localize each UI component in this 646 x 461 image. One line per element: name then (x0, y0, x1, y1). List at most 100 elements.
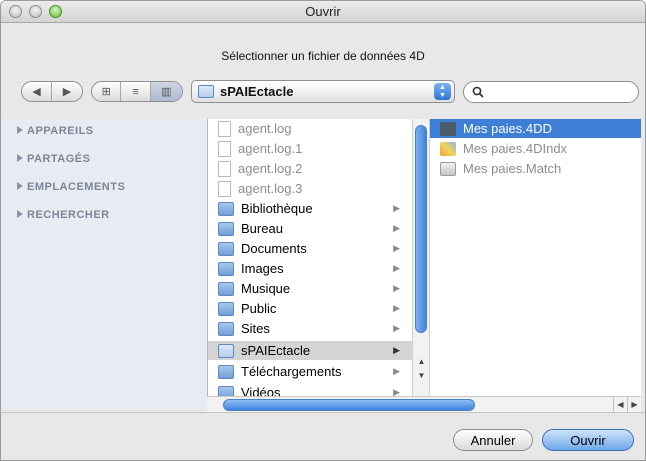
sidebar-item-emplacements[interactable]: EMPLACEMENTS (17, 181, 125, 193)
list-item-label: Bureau (241, 221, 283, 236)
folder-icon (218, 221, 234, 236)
icon-view-icon: ⊞ (101, 86, 111, 98)
scroll-left-button[interactable]: ◀ (613, 397, 627, 412)
sidebar-item-partages[interactable]: PARTAGÉS (17, 153, 91, 165)
disclosure-triangle-icon (17, 182, 23, 190)
cancel-button[interactable]: Annuler (453, 429, 533, 451)
forward-icon: ▶ (62, 86, 72, 98)
open-button[interactable]: Ouvrir (542, 429, 634, 451)
sidebar-item-label: APPAREILS (27, 125, 94, 137)
expand-arrow-icon: ▶ (393, 223, 400, 233)
horizontal-scroll-buttons: ◀ ▶ (613, 397, 641, 412)
back-forward-control: ◀ ▶ (21, 81, 83, 102)
index-file-icon (440, 141, 456, 156)
folder-icon (218, 281, 234, 296)
list-item[interactable]: Public ▶ (208, 299, 412, 318)
list-item-label: agent.log (238, 121, 292, 136)
disclosure-triangle-icon (17, 126, 23, 134)
forward-button[interactable]: ▶ (52, 82, 82, 101)
expand-arrow-icon: ▶ (393, 283, 400, 293)
vertical-scroll-thumb[interactable] (415, 125, 427, 333)
list-view-button[interactable]: ≡ (121, 82, 151, 101)
list-item[interactable]: Musique ▶ (208, 279, 412, 298)
sidebar: APPAREILS PARTAGÉS EMPLACEMENTS RECHERCH… (1, 119, 207, 409)
list-item-selected[interactable]: Mes paies.4DD (430, 119, 641, 138)
list-item-label: Public (241, 301, 277, 316)
expand-arrow-icon: ▶ (393, 203, 400, 213)
window-title: Ouvrir (305, 4, 341, 19)
folder-icon (218, 343, 234, 358)
list-item[interactable]: Sites ▶ (208, 319, 412, 338)
column-view-button[interactable]: ▥ (150, 82, 182, 101)
zoom-window-button[interactable] (49, 5, 62, 18)
location-popup[interactable]: sPAIEctacle ▲ ▼ (191, 80, 455, 103)
popup-arrows-icon: ▲ ▼ (434, 83, 451, 100)
folder-icon (218, 364, 234, 379)
expand-arrow-icon: ▶ (393, 366, 400, 376)
list-item[interactable]: Documents ▶ (208, 239, 412, 258)
folder-icon (218, 241, 234, 256)
document-icon (218, 120, 231, 137)
disclosure-triangle-icon (17, 154, 23, 162)
list-item[interactable]: agent.log.3 (208, 179, 412, 198)
document-icon (218, 160, 231, 177)
list-item-label: Mes paies.4DD (463, 121, 552, 136)
folder-icon (218, 261, 234, 276)
sidebar-item-rechercher[interactable]: RECHERCHER (17, 209, 110, 221)
list-item-label: Mes paies.Match (463, 161, 562, 176)
list-item-label: Bibliothèque (241, 201, 313, 216)
list-item[interactable]: agent.log.2 (208, 159, 412, 178)
expand-arrow-icon: ▶ (393, 263, 400, 273)
browser-column-1: agent.log agent.log.1 agent.log.2 agent.… (207, 119, 412, 409)
sidebar-item-appareils[interactable]: APPAREILS (17, 125, 94, 137)
folder-icon (218, 301, 234, 316)
data-file-icon (440, 121, 456, 136)
list-item[interactable]: Images ▶ (208, 259, 412, 278)
view-mode-control: ⊞ ≡ ▥ (91, 81, 183, 102)
list-item-label: agent.log.1 (238, 141, 303, 156)
dialog-footer: Annuler Ouvrir (1, 412, 645, 460)
list-item-selected[interactable]: sPAIEctacle ▶ (208, 341, 412, 360)
list-item[interactable]: agent.log (208, 119, 412, 138)
expand-arrow-icon: ▶ (393, 303, 400, 313)
minimize-window-button[interactable] (29, 5, 42, 18)
dialog-prompt: Sélectionner un fichier de données 4D (221, 49, 425, 63)
list-item[interactable]: Bureau ▶ (208, 219, 412, 238)
expand-arrow-icon: ▶ (393, 243, 400, 253)
search-field[interactable] (463, 81, 639, 103)
list-item[interactable]: Bibliothèque ▶ (208, 199, 412, 218)
location-label: sPAIEctacle (220, 84, 294, 99)
list-item-label: Documents (241, 241, 307, 256)
scroll-down-button[interactable]: ▼ (413, 369, 430, 382)
icon-view-button[interactable]: ⊞ (92, 82, 122, 101)
horizontal-scroll-thumb[interactable] (223, 399, 475, 411)
folder-icon (198, 85, 214, 98)
close-window-button[interactable] (9, 5, 22, 18)
back-button[interactable]: ◀ (22, 82, 53, 101)
toolbar: ◀ ▶ ⊞ ≡ ▥ sPAIEctacle ▲ ▼ (1, 79, 645, 107)
disclosure-triangle-icon (17, 210, 23, 218)
list-item-label: Musique (241, 281, 291, 296)
back-icon: ◀ (32, 86, 41, 98)
list-item[interactable]: Mes paies.4DIndx (430, 139, 641, 158)
expand-arrow-icon: ▶ (393, 345, 400, 355)
column-1-vertical-scrollbar[interactable]: ▲ ▼ (412, 119, 429, 409)
search-icon (472, 86, 484, 98)
horizontal-scrollbar[interactable]: ◀ ▶ (207, 396, 641, 412)
list-item-label: agent.log.3 (238, 181, 303, 196)
list-item-label: agent.log.2 (238, 161, 303, 176)
scroll-up-button[interactable]: ▲ (413, 355, 430, 368)
list-item[interactable]: Téléchargements ▶ (208, 362, 412, 381)
scroll-right-button[interactable]: ▶ (627, 397, 641, 412)
column-view-icon: ▥ (161, 86, 172, 98)
list-view-icon: ≡ (132, 85, 139, 98)
browser-column-2: Mes paies.4DD Mes paies.4DIndx Mes paies… (429, 119, 641, 409)
match-file-icon (440, 161, 456, 176)
list-item-label: Sites (241, 321, 270, 336)
sidebar-item-label: EMPLACEMENTS (27, 181, 126, 193)
list-item[interactable]: agent.log.1 (208, 139, 412, 158)
list-item[interactable]: Mes paies.Match (430, 159, 641, 178)
title-bar[interactable]: Ouvrir (1, 1, 645, 23)
sidebar-item-label: PARTAGÉS (27, 153, 91, 165)
folder-icon (218, 321, 234, 336)
